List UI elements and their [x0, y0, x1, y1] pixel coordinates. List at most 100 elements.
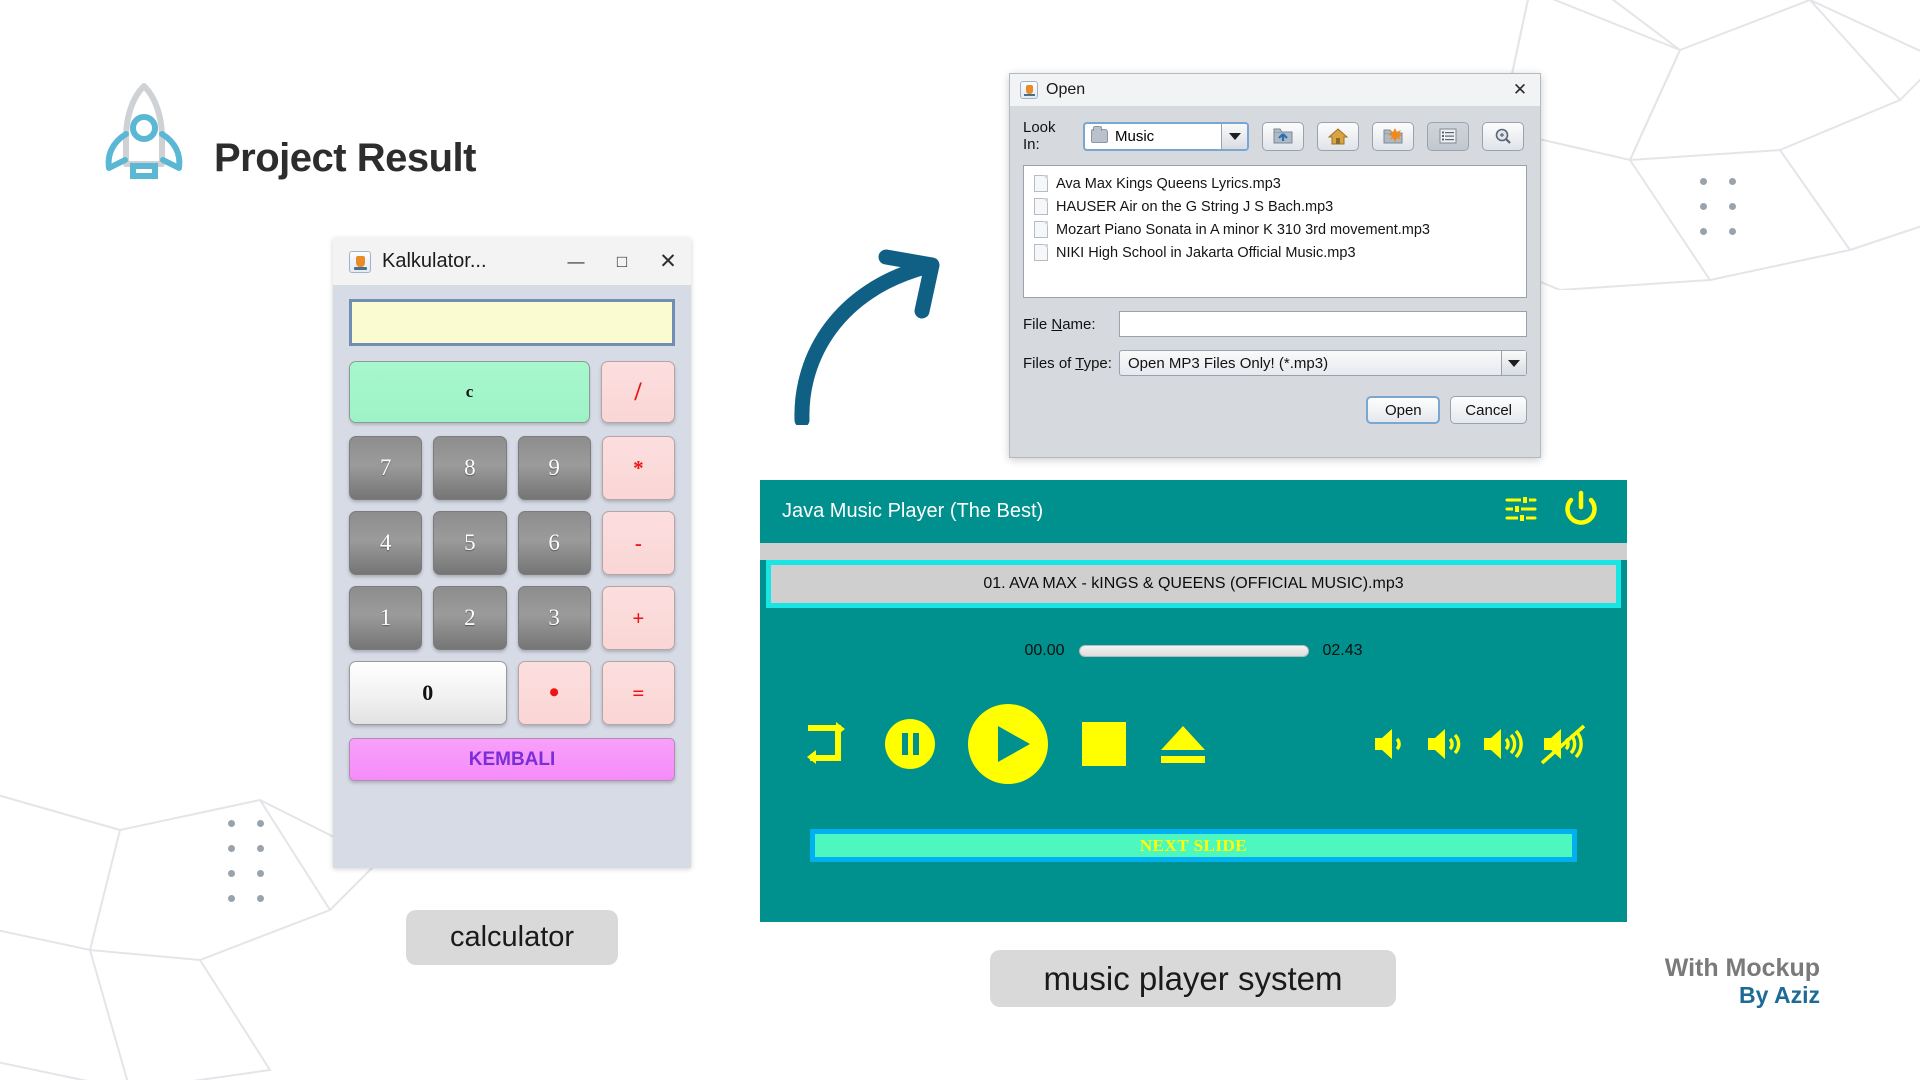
byline-line1: With Mockup: [1664, 954, 1820, 982]
music-player-main: 00.00 02.43 NEXT SLIDE: [760, 608, 1627, 862]
look-in-value: Music: [1115, 127, 1155, 145]
file-icon: [1034, 244, 1048, 261]
calculator-key-4[interactable]: 4: [349, 511, 423, 575]
calculator-key-3[interactable]: 3: [517, 586, 591, 650]
eject-icon[interactable]: [1156, 718, 1210, 775]
java-coffee-icon: [1020, 81, 1038, 99]
power-icon[interactable]: [1561, 489, 1601, 534]
details-view-icon[interactable]: [1482, 121, 1524, 151]
page-title: Project Result: [214, 136, 476, 180]
file-list[interactable]: Ava Max Kings Queens Lyrics.mp3 HAUSER A…: [1023, 165, 1527, 298]
curved-arrow-icon: [790, 245, 960, 425]
look-in-select[interactable]: Music: [1083, 121, 1249, 151]
look-in-label: Look In:: [1023, 119, 1056, 153]
calculator-key-9[interactable]: 9: [517, 436, 591, 500]
music-player-title-bar: Java Music Player (The Best): [760, 480, 1627, 543]
progress-slider[interactable]: [1078, 645, 1309, 657]
rocket-icon: [103, 82, 185, 180]
time-current: 00.00: [1024, 642, 1065, 659]
calculator-title-bar: Kalkulator... — □ ✕: [333, 238, 691, 285]
stop-icon[interactable]: [1078, 718, 1130, 775]
decorative-dots-right: [1700, 178, 1736, 235]
calculator-keypad: 7 8 9 * 4 5 6 - 1 2 3 + 0 • =: [349, 436, 675, 725]
slide-canvas: Project Result Kalkulator... — □ ✕ c / 7…: [0, 0, 1920, 1080]
calculator-decimal-button[interactable]: •: [517, 661, 591, 725]
calculator-display[interactable]: [349, 299, 675, 346]
dialog-actions: Open Cancel: [1023, 396, 1527, 424]
volume-high-icon[interactable]: [1479, 722, 1529, 771]
calculator-key-8[interactable]: 8: [433, 436, 507, 500]
calculator-add-button[interactable]: +: [601, 586, 675, 650]
music-player-track-wrap: 01. AVA MAX - kINGS & QUEENS (OFFICIAL M…: [760, 560, 1627, 608]
up-folder-icon[interactable]: [1262, 121, 1304, 151]
dialog-body: Look In: Music Ava Max Kings Queens Lyri…: [1010, 107, 1540, 424]
cancel-button[interactable]: Cancel: [1450, 396, 1527, 424]
repeat-icon[interactable]: [798, 716, 856, 777]
files-of-type-select[interactable]: Open MP3 Files Only! (*.mp3): [1119, 350, 1527, 376]
file-name: NIKI High School in Jakarta Official Mus…: [1056, 244, 1356, 261]
calculator-window: Kalkulator... — □ ✕ c / 7 8 9 * 4 5 6 - …: [333, 238, 691, 868]
new-folder-icon[interactable]: [1372, 121, 1414, 151]
calculator-divide-button[interactable]: /: [601, 361, 675, 423]
calculator-key-1[interactable]: 1: [349, 586, 423, 650]
list-item[interactable]: NIKI High School in Jakarta Official Mus…: [1028, 241, 1522, 264]
calculator-maximize-button[interactable]: □: [599, 238, 645, 285]
calculator-key-0[interactable]: 0: [349, 661, 507, 725]
music-player-controls: [760, 700, 1627, 793]
file-name-input[interactable]: [1119, 311, 1527, 337]
files-of-type-row: Files of Type: Open MP3 Files Only! (*.m…: [1023, 350, 1527, 376]
music-player-next-wrap: NEXT SLIDE: [760, 829, 1627, 862]
file-name: Mozart Piano Sonata in A minor K 310 3rd…: [1056, 221, 1430, 238]
calculator-body: c / 7 8 9 * 4 5 6 - 1 2 3 + 0 • = KEMBAL…: [333, 285, 691, 791]
files-of-type-value: Open MP3 Files Only! (*.mp3): [1128, 354, 1329, 372]
music-player-track-label: 01. AVA MAX - kINGS & QUEENS (OFFICIAL M…: [766, 560, 1621, 608]
caption-calculator: calculator: [406, 910, 618, 965]
file-icon: [1034, 221, 1048, 238]
open-button[interactable]: Open: [1366, 396, 1441, 424]
decorative-dots-left: [228, 820, 264, 902]
time-total: 02.43: [1322, 642, 1363, 659]
look-in-row: Look In: Music: [1023, 119, 1527, 153]
dialog-title-bar: Open ✕: [1010, 74, 1540, 107]
calculator-key-2[interactable]: 2: [433, 586, 507, 650]
calculator-window-title: Kalkulator...: [382, 250, 487, 272]
file-name: HAUSER Air on the G String J S Bach.mp3: [1056, 198, 1334, 215]
chevron-down-icon[interactable]: [1501, 351, 1526, 375]
equalizer-icon[interactable]: [1503, 491, 1539, 532]
volume-medium-icon[interactable]: [1423, 722, 1469, 771]
list-view-icon[interactable]: [1427, 121, 1469, 151]
dialog-close-button[interactable]: ✕: [1506, 80, 1534, 100]
music-player-divider: [760, 543, 1627, 560]
calculator-key-5[interactable]: 5: [433, 511, 507, 575]
calculator-back-button[interactable]: KEMBALI: [349, 738, 675, 781]
volume-low-icon[interactable]: [1369, 722, 1413, 771]
calculator-clear-button[interactable]: c: [349, 361, 590, 423]
calculator-key-6[interactable]: 6: [517, 511, 591, 575]
music-player-progress-row: 00.00 02.43: [760, 642, 1627, 660]
calculator-minimize-button[interactable]: —: [553, 238, 599, 285]
calculator-key-7[interactable]: 7: [349, 436, 423, 500]
volume-mute-icon[interactable]: [1539, 722, 1589, 771]
calculator-subtract-button[interactable]: -: [601, 511, 675, 575]
calculator-equals-button[interactable]: =: [601, 661, 675, 725]
music-player-title: Java Music Player (The Best): [782, 500, 1044, 522]
pause-icon[interactable]: [882, 716, 938, 777]
list-item[interactable]: Mozart Piano Sonata in A minor K 310 3rd…: [1028, 218, 1522, 241]
music-player-window: Java Music Player (The Best) 01. AVA MAX…: [760, 480, 1627, 922]
chevron-down-icon[interactable]: [1221, 123, 1247, 149]
byline-line2: By Aziz: [1739, 982, 1820, 1008]
folder-icon: [1091, 126, 1108, 143]
home-icon[interactable]: [1317, 121, 1359, 151]
open-file-dialog: Open ✕ Look In: Music Ava Max Kings Quee…: [1009, 73, 1541, 458]
files-of-type-label: Files of Type:: [1023, 354, 1112, 372]
file-name-row: File Name:: [1023, 311, 1527, 337]
file-icon: [1034, 175, 1048, 192]
list-item[interactable]: Ava Max Kings Queens Lyrics.mp3: [1028, 172, 1522, 195]
next-slide-button[interactable]: NEXT SLIDE: [810, 829, 1577, 862]
calculator-multiply-button[interactable]: *: [601, 436, 675, 500]
play-icon[interactable]: [964, 700, 1052, 793]
caption-music-player: music player system: [990, 950, 1396, 1007]
byline: With Mockup By Aziz: [1664, 954, 1820, 1009]
calculator-close-button[interactable]: ✕: [645, 238, 691, 285]
list-item[interactable]: HAUSER Air on the G String J S Bach.mp3: [1028, 195, 1522, 218]
